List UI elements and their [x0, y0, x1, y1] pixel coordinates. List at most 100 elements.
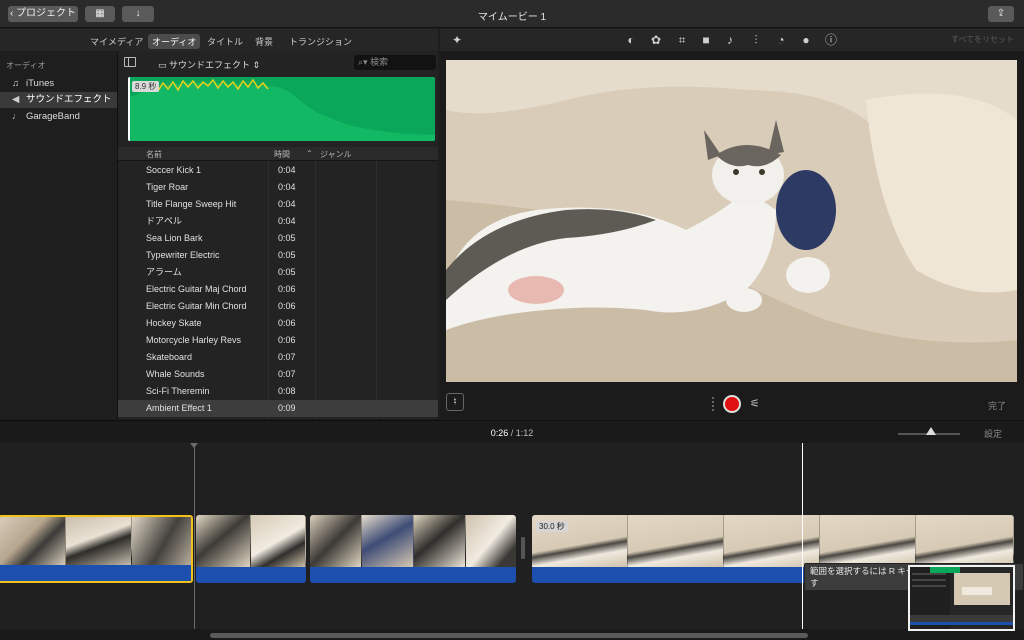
- sound-name: Soccer Kick 1: [146, 165, 202, 175]
- duration-badge: 8.9 秒: [132, 81, 160, 92]
- sound-duration: 0:07: [278, 352, 296, 362]
- sound-name: Electric Guitar Maj Chord: [146, 284, 247, 294]
- table-row[interactable]: Sea Lion Bark 0:05: [118, 230, 438, 247]
- sound-duration: 0:09: [278, 403, 296, 413]
- column-header-name[interactable]: 名前: [146, 149, 162, 160]
- sound-name: アラーム: [146, 267, 182, 277]
- table-row[interactable]: アラーム 0:05: [118, 264, 438, 281]
- video-clip[interactable]: [196, 515, 306, 583]
- sort-ascending-icon: ⌃: [306, 149, 313, 158]
- guitar-icon: ♩: [12, 111, 22, 122]
- sound-name: Ambient Effect 1: [146, 403, 212, 413]
- search-input[interactable]: ⌕▾ 検索: [354, 55, 436, 70]
- skimmer-line: [802, 443, 803, 629]
- tab-my-media[interactable]: マイメディア: [86, 34, 147, 49]
- color-balance-icon[interactable]: ◐: [623, 32, 639, 48]
- browser-tabs: マイメディア オーディオ タイトル 背景 トランジション: [0, 29, 438, 51]
- sound-duration: 0:05: [278, 267, 296, 277]
- sound-name: Typewriter Electric: [146, 250, 220, 260]
- voiceover-mic-button[interactable]: ♮: [446, 393, 464, 411]
- sidebar-toggle-icon[interactable]: [124, 57, 136, 67]
- transition-marker[interactable]: [521, 537, 525, 559]
- playhead[interactable]: [190, 443, 198, 629]
- record-button[interactable]: [723, 395, 741, 413]
- library-popup-menu[interactable]: ▭ サウンドエフェクト ⇕: [158, 58, 260, 71]
- table-row[interactable]: Electric Guitar Min Chord 0:06: [118, 298, 438, 315]
- sound-duration: 0:04: [278, 199, 296, 209]
- search-icon: ⌕▾: [358, 57, 371, 67]
- music-note-icon: ♫: [12, 78, 20, 89]
- waveform-graphic: [128, 77, 435, 141]
- volume-icon[interactable]: ♪: [722, 32, 738, 48]
- info-icon[interactable]: ⓘ: [823, 32, 839, 48]
- record-settings-button[interactable]: ⚟: [750, 397, 760, 410]
- sound-duration: 0:07: [278, 369, 296, 379]
- sound-library: ▭ サウンドエフェクト ⇕ ⌕▾ 検索 8.9 秒 名前 時間 ⌃ ジャンル S…: [118, 51, 438, 419]
- table-row[interactable]: Soccer Kick 1 0:04: [118, 162, 438, 179]
- horizontal-scrollbar[interactable]: [210, 633, 808, 638]
- table-row[interactable]: Motorcycle Harley Revs 0:06: [118, 332, 438, 349]
- table-row[interactable]: Ambient Effect 1 0:09: [118, 400, 438, 417]
- table-row[interactable]: Typewriter Electric 0:05: [118, 247, 438, 264]
- sound-name: Whale Sounds: [146, 369, 205, 379]
- sidebar-item-label: サウンドエフェクト: [26, 94, 112, 105]
- table-row[interactable]: Whale Sounds 0:07: [118, 366, 438, 383]
- sound-name: Title Flange Sweep Hit: [146, 199, 237, 209]
- sound-duration: 0:05: [278, 250, 296, 260]
- share-button[interactable]: ⇪: [988, 6, 1014, 22]
- color-correction-icon[interactable]: ✿: [648, 32, 664, 48]
- table-row[interactable]: Tiger Roar 0:04: [118, 179, 438, 196]
- sound-name: Skateboard: [146, 352, 193, 362]
- table-row[interactable]: ドアベル 0:04: [118, 213, 438, 230]
- share-icon: ⇪: [996, 8, 1006, 19]
- magic-wand-icon[interactable]: ✦: [449, 32, 465, 48]
- window-title: マイムービー 1: [477, 12, 547, 23]
- table-row[interactable]: Skateboard 0:07: [118, 349, 438, 366]
- updown-chevron-icon: ⇕: [250, 60, 261, 70]
- zoom-slider-knob[interactable]: [926, 427, 936, 435]
- sound-name: Sci-Fi Theremin: [146, 386, 210, 396]
- tab-transitions[interactable]: トランジション: [285, 34, 356, 49]
- done-button[interactable]: 完了: [988, 399, 1006, 412]
- table-row[interactable]: Electric Guitar Maj Chord 0:06: [118, 281, 438, 298]
- library-toolbar: ▭ サウンドエフェクト ⇕ ⌕▾ 検索: [118, 51, 438, 75]
- waveform-preview[interactable]: 8.9 秒: [128, 77, 435, 141]
- viewer: ♮ ⚟ 完了: [440, 51, 1024, 419]
- sound-duration: 0:08: [278, 386, 296, 396]
- reset-all-button[interactable]: すべてをリセット: [951, 34, 1014, 45]
- clip-duration-badge: 30.0 秒: [536, 521, 568, 532]
- microphone-icon: ♮: [453, 396, 457, 408]
- sidebar-item-garageband[interactable]: ♩ GarageBand: [0, 109, 117, 125]
- timeline-settings-button[interactable]: 設定: [984, 427, 1002, 440]
- stabilization-icon[interactable]: ■: [698, 32, 714, 48]
- table-row[interactable]: Title Flange Sweep Hit 0:04: [118, 196, 438, 213]
- table-row[interactable]: Hockey Skate 0:06: [118, 315, 438, 332]
- video-preview[interactable]: [446, 60, 1017, 382]
- column-header-genre[interactable]: ジャンル: [320, 149, 352, 160]
- sound-duration: 0:06: [278, 318, 296, 328]
- sound-name: Electric Guitar Min Chord: [146, 301, 247, 311]
- tab-titles[interactable]: タイトル: [203, 34, 247, 49]
- title-bar: ‹ プロジェクト ▦ ↓ マイムービー 1 ⇪: [0, 0, 1024, 28]
- sidebar-item-label: iTunes: [26, 78, 55, 89]
- tab-audio[interactable]: オーディオ: [148, 34, 201, 49]
- time-separator: /: [510, 428, 514, 438]
- tab-backgrounds[interactable]: 背景: [251, 34, 277, 49]
- crop-icon[interactable]: ⌗: [674, 32, 690, 48]
- sidebar: オーディオ ♫ iTunes ◀︎ サウンドエフェクト ♩ GarageBand: [0, 51, 118, 419]
- sidebar-item-itunes[interactable]: ♫ iTunes: [0, 76, 117, 92]
- sound-name: ドアベル: [146, 216, 182, 226]
- table-row[interactable]: Sci-Fi Theremin 0:08: [118, 383, 438, 400]
- video-clip[interactable]: [310, 515, 516, 583]
- sound-duration: 0:06: [278, 284, 296, 294]
- speed-icon[interactable]: ◔: [773, 32, 789, 48]
- sidebar-item-sound-effects[interactable]: ◀︎ サウンドエフェクト: [0, 92, 117, 108]
- sound-duration: 0:04: [278, 182, 296, 192]
- noise-reduction-icon[interactable]: ⫶: [748, 32, 764, 48]
- timeline: 0:26 / 1:12 設定 30.0 秒 範囲を選択するには R キ す: [0, 420, 1024, 640]
- sound-name: Hockey Skate: [146, 318, 202, 328]
- video-clip-selected[interactable]: [0, 515, 193, 583]
- thumbnail-graphic: [910, 567, 1013, 629]
- clip-filter-icon[interactable]: ●: [798, 32, 814, 48]
- column-header-time[interactable]: 時間: [274, 149, 290, 160]
